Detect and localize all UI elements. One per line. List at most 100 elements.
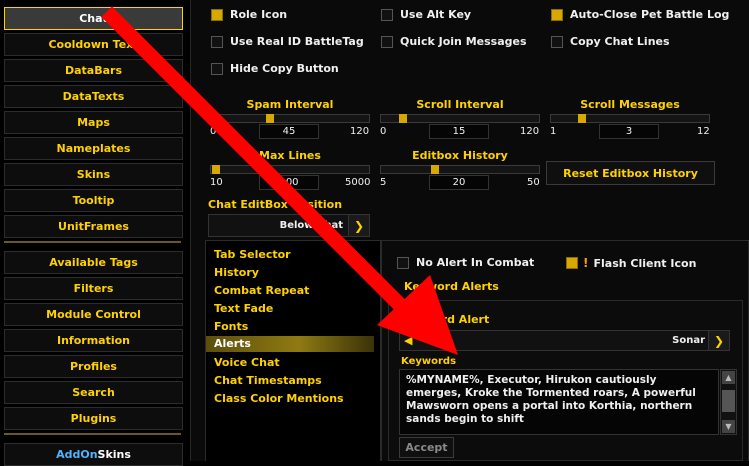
keyword-alert-sound-dropdown[interactable]: ◀ Sonar ❯ [399, 330, 730, 351]
tree-item-fonts[interactable]: Fonts [214, 320, 248, 333]
checkbox-box[interactable] [397, 256, 409, 269]
checkbox-use-real-id-battletag[interactable]: Use Real ID BattleTag [211, 35, 364, 48]
keywords-scrollbar[interactable]: ▲ ▼ [720, 369, 737, 435]
checkbox-box[interactable] [551, 8, 563, 21]
checkbox-box[interactable] [211, 8, 223, 21]
tree-item-voice-chat[interactable]: Voice Chat [214, 356, 280, 369]
slider-min: 0 [380, 126, 387, 137]
checkbox-label: Use Real ID BattleTag [230, 35, 364, 48]
slider-spam-interval[interactable] [210, 114, 370, 123]
chevron-down-icon[interactable]: ❯ [348, 215, 369, 236]
slider-thumb[interactable] [431, 165, 439, 174]
slider-thumb[interactable] [212, 165, 220, 174]
accept-button[interactable]: Accept [399, 437, 454, 458]
speaker-icon: ◀ [404, 334, 413, 347]
nav-search[interactable]: Search [4, 381, 183, 404]
nav-datatexts[interactable]: DataTexts [4, 85, 183, 108]
checkbox-label: Hide Copy Button [230, 62, 339, 75]
checkbox-use-alt-key[interactable]: Use Alt Key [381, 8, 471, 21]
tree-item-history[interactable]: History [214, 266, 259, 279]
nav-nameplates[interactable]: Nameplates [4, 137, 183, 160]
editbox-position-label: Chat EditBox Position [208, 198, 343, 211]
keywords-textarea[interactable]: %MYNAME%, Executor, Hirukon cautiously e… [399, 369, 719, 435]
tree-item-class-color-mentions[interactable]: Class Color Mentions [214, 392, 344, 405]
sidebar: Chat Cooldown Text DataBars DataTexts Ma… [0, 0, 188, 466]
nav-databars[interactable]: DataBars [4, 59, 183, 82]
chevron-down-icon[interactable]: ❯ [708, 331, 729, 350]
checkbox-box[interactable] [566, 257, 578, 269]
nav-information[interactable]: Information [4, 329, 183, 352]
tree-item-text-fade[interactable]: Text Fade [214, 302, 273, 315]
nav-filters[interactable]: Filters [4, 277, 183, 300]
slider-thumb[interactable] [578, 114, 586, 123]
tree-item-alerts[interactable]: Alerts [206, 336, 374, 352]
scroll-thumb[interactable] [722, 390, 735, 412]
scroll-up-icon[interactable]: ▲ [722, 371, 735, 384]
slider-thumb[interactable] [266, 114, 274, 123]
slider-value-input[interactable]: 15 [429, 124, 489, 139]
checkbox-box[interactable] [211, 35, 223, 48]
slider-min: 1 [550, 126, 557, 137]
slider-max: 120 [350, 126, 370, 137]
checkbox-label: No Alert In Combat [416, 256, 535, 269]
slider-value-input[interactable]: 45 [259, 124, 319, 139]
checkbox-flash-client-icon[interactable]: ! Flash Client Icon [566, 256, 696, 270]
checkbox-label: Copy Chat Lines [570, 35, 670, 48]
slider-min: 10 [210, 177, 223, 188]
tree-item-chat-timestamps[interactable]: Chat Timestamps [214, 374, 322, 387]
keyword-alerts-heading: Keyword Alerts [404, 280, 499, 293]
checkbox-role-icon[interactable]: Role Icon [211, 8, 287, 21]
nav-unitframes[interactable]: UnitFrames [4, 215, 183, 238]
nav-profiles[interactable]: Profiles [4, 355, 183, 378]
checkbox-hide-copy-button[interactable]: Hide Copy Button [211, 62, 339, 75]
slider-label-scroll-messages: Scroll Messages [580, 98, 680, 111]
slider-editbox-history[interactable] [380, 165, 540, 174]
checkbox-box[interactable] [211, 62, 223, 75]
reset-editbox-history-button[interactable]: Reset Editbox History [546, 161, 715, 185]
slider-scroll-interval[interactable] [380, 114, 540, 123]
sidebar-divider [4, 433, 181, 435]
checkbox-label: Use Alt Key [400, 8, 472, 21]
checkbox-box[interactable] [381, 8, 393, 21]
nav-maps[interactable]: Maps [4, 111, 183, 134]
slider-value-input[interactable]: 100 [259, 175, 319, 190]
keyword-alert-label: Keyword Alert [401, 313, 490, 326]
chat-subcategory-tree: Tab Selector History Combat Repeat Text … [205, 240, 381, 461]
nav-skins[interactable]: Skins [4, 163, 183, 186]
checkbox-auto-close-pet-battle-log[interactable]: Auto-Close Pet Battle Log [551, 8, 729, 21]
slider-max: 12 [697, 126, 710, 137]
checkbox-box[interactable] [381, 35, 393, 48]
nav-available-tags[interactable]: Available Tags [4, 251, 183, 274]
checkbox-label: Role Icon [230, 8, 288, 21]
slider-max-lines[interactable] [210, 165, 370, 174]
slider-label-editbox-history: Editbox History [412, 149, 508, 162]
checkbox-box[interactable] [551, 35, 563, 48]
nav-module-control[interactable]: Module Control [4, 303, 183, 326]
slider-label-spam-interval: Spam Interval [246, 98, 334, 111]
nav-cooldown-text[interactable]: Cooldown Text [4, 33, 183, 56]
nav-tooltip[interactable]: Tooltip [4, 189, 183, 212]
addonskins-label-b: Skins [97, 448, 131, 461]
nav-addonskins[interactable]: AddOn Skins [4, 443, 183, 466]
editbox-position-dropdown[interactable]: Below Chat ❯ [208, 214, 370, 237]
slider-min: 0 [210, 126, 217, 137]
checkbox-copy-chat-lines[interactable]: Copy Chat Lines [551, 35, 670, 48]
addonskins-label-a: AddOn [56, 448, 98, 461]
slider-scroll-messages[interactable] [550, 114, 710, 123]
checkbox-quick-join-messages[interactable]: Quick Join Messages [381, 35, 527, 48]
tree-item-combat-repeat[interactable]: Combat Repeat [214, 284, 309, 297]
slider-value-input[interactable]: 20 [429, 175, 489, 190]
dropdown-value: Below Chat [279, 220, 343, 231]
checkbox-label: Quick Join Messages [400, 35, 527, 48]
checkbox-label: Auto-Close Pet Battle Log [570, 8, 730, 21]
scroll-down-icon[interactable]: ▼ [722, 420, 735, 433]
nav-plugins[interactable]: Plugins [4, 407, 183, 430]
tree-item-tab-selector[interactable]: Tab Selector [214, 248, 291, 261]
checkbox-no-alert-in-combat[interactable]: No Alert In Combat [397, 256, 534, 269]
dropdown-value: Sonar [672, 335, 705, 346]
slider-label-scroll-interval: Scroll Interval [416, 98, 504, 111]
slider-value-input[interactable]: 3 [599, 124, 659, 139]
sidebar-divider [4, 241, 181, 243]
slider-thumb[interactable] [399, 114, 407, 123]
nav-chat[interactable]: Chat [4, 7, 183, 30]
